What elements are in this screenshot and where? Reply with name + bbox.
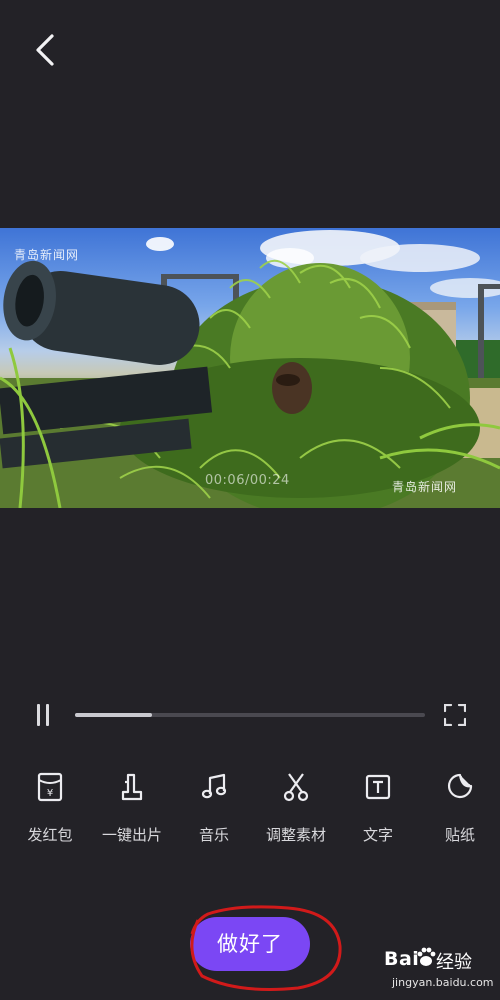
chevron-left-icon xyxy=(36,34,54,66)
video-preview[interactable]: 青岛新闻网 青岛新闻网 xyxy=(0,228,500,508)
jingyan-text: 经验 xyxy=(436,952,472,973)
svg-text:¥: ¥ xyxy=(47,788,53,799)
done-button[interactable]: 做好了 xyxy=(190,917,310,971)
tool-label: 音乐 xyxy=(198,826,229,844)
video-timecode: 00:06/00:24 xyxy=(205,473,290,488)
tool-label: 一键出片 xyxy=(101,826,162,844)
one-click-film-icon xyxy=(121,773,143,801)
baidu-jingyan-watermark: Bai 经验 jingyan.baidu.com xyxy=(376,944,496,996)
progress-fill xyxy=(75,713,152,717)
tool-text[interactable]: 文字 xyxy=(336,772,420,852)
video-watermark-bottom: 青岛新闻网 xyxy=(392,480,458,494)
tool-label: 文字 xyxy=(362,826,393,844)
text-icon xyxy=(365,774,391,800)
watermark-url: jingyan.baidu.com xyxy=(392,976,494,989)
video-watermark-top: 青岛新闻网 xyxy=(14,248,80,262)
paw-icon xyxy=(417,947,436,966)
back-button[interactable] xyxy=(24,28,68,72)
fullscreen-button[interactable] xyxy=(443,703,467,727)
scissors-icon xyxy=(283,773,309,802)
tool-sticker[interactable]: 贴纸 xyxy=(418,772,500,852)
progress-slider[interactable] xyxy=(75,713,425,717)
sticker-icon xyxy=(448,773,473,799)
fullscreen-icon xyxy=(443,703,467,727)
baidu-logo-text: Bai xyxy=(384,948,420,970)
tool-music[interactable]: 音乐 xyxy=(172,772,256,852)
video-frame-image xyxy=(0,230,500,508)
tool-adjust-material[interactable]: 调整素材 xyxy=(254,772,338,852)
tool-label: 贴纸 xyxy=(444,826,475,844)
tool-one-click-film[interactable]: 一键出片 xyxy=(90,772,174,852)
tool-label: 发红包 xyxy=(27,826,73,844)
pause-icon xyxy=(34,704,54,726)
pause-button[interactable] xyxy=(34,704,54,726)
music-note-icon xyxy=(201,773,227,799)
tool-label: 调整素材 xyxy=(265,826,326,844)
red-envelope-icon: ¥ xyxy=(37,772,63,802)
tool-red-envelope[interactable]: ¥ 发红包 xyxy=(8,772,92,852)
